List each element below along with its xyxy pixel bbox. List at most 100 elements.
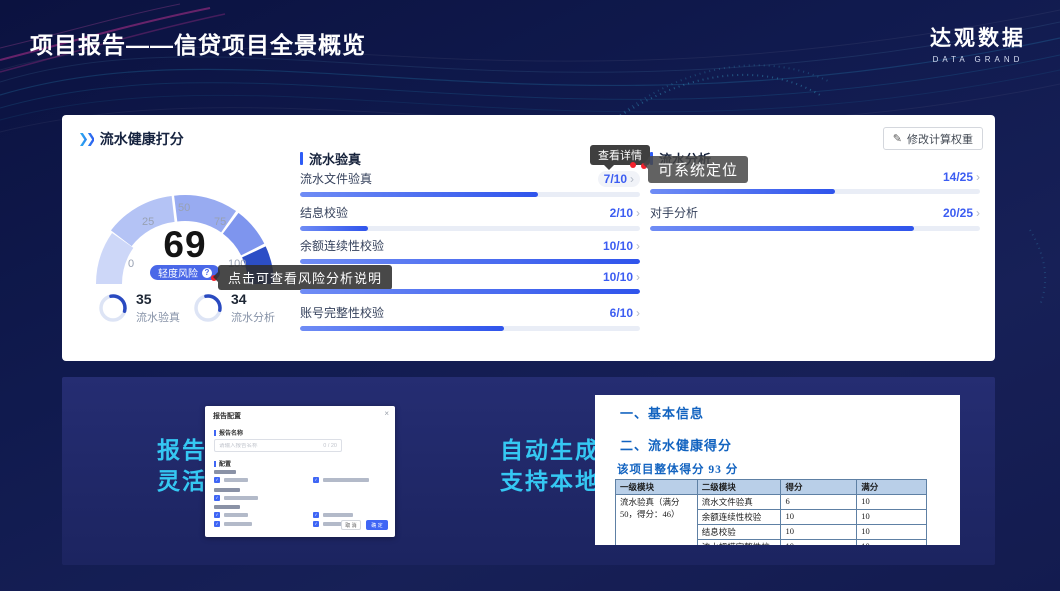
checkbox-icon[interactable]: ✓ (214, 521, 220, 527)
table-cell: 10 (857, 510, 927, 525)
label-text: 配置 (219, 459, 231, 468)
locate-tooltip: 可系统定位 (648, 156, 748, 183)
row-value[interactable]: 6/10 › (610, 306, 640, 320)
progress-fill (300, 192, 538, 197)
config-checkbox-row[interactable]: ✓ (214, 495, 258, 501)
progress-fill (300, 289, 640, 294)
config-group-header (214, 505, 240, 509)
table-header: 得分 (781, 480, 857, 495)
progress-fill (300, 259, 640, 264)
report-name-input[interactable] (219, 443, 299, 449)
checkbox-label (224, 478, 248, 482)
row-score: 6/10 (610, 306, 633, 320)
progress-track (300, 289, 640, 294)
progress-fill (650, 189, 835, 194)
table-header: 满分 (857, 480, 927, 495)
row-score: 10/10 (603, 239, 633, 253)
substat-value: 35 (136, 291, 180, 307)
risk-level-badge[interactable]: 轻度风险 ? (150, 265, 220, 280)
table-cell: 流水文件验真 (697, 495, 781, 510)
checkbox-label (323, 513, 353, 517)
checkbox-icon[interactable]: ✓ (313, 512, 319, 518)
risk-level-label: 轻度风险 (158, 265, 198, 280)
checkbox-label (323, 478, 369, 482)
verify-row[interactable]: 10/10 › (300, 270, 640, 294)
row-value[interactable]: 14/25 › (943, 170, 980, 184)
row-score: 7/10 (604, 172, 627, 186)
table-cell: 10 (857, 540, 927, 546)
checkbox-icon[interactable]: ✓ (214, 495, 220, 501)
edit-weights-button[interactable]: ✎ 修改计算权重 (883, 127, 983, 150)
checkbox-label (224, 496, 258, 500)
config-checkbox-row[interactable]: ✓ (313, 477, 369, 483)
table-cell: 余额连续性校验 (697, 510, 781, 525)
progress-fill (650, 226, 914, 231)
verify-column-header: 流水验真 (300, 149, 361, 168)
verify-row[interactable]: 流水文件验真 7/10 › (300, 170, 640, 197)
config-checkbox-row[interactable]: ✓ (214, 521, 252, 527)
gauge-tick-50: 50 (178, 202, 190, 214)
row-value[interactable]: 7/10 › (598, 171, 640, 187)
checkbox-icon[interactable]: ✓ (214, 512, 220, 518)
config-checkbox-row[interactable]: ✓ (214, 477, 248, 483)
config-checkbox-row[interactable]: ✓ (313, 512, 353, 518)
progress-track (300, 326, 640, 331)
section-header: ❯❯ 流水健康打分 (78, 129, 184, 149)
brand-logo: 达观数据 DATA GRAND (930, 22, 1026, 64)
analysis-row[interactable]: 对手分析 20/25 › (650, 204, 980, 231)
report-name-field[interactable]: 0 / 20 (214, 439, 342, 452)
progress-track (300, 192, 640, 197)
close-icon[interactable]: × (384, 409, 389, 418)
row-label: 结息校验 (300, 204, 348, 221)
label-bar (214, 461, 216, 467)
confirm-button[interactable]: 确 定 (366, 520, 388, 530)
chevron-right-icon: › (636, 239, 640, 253)
brand-logo-cn: 达观数据 (930, 22, 1026, 52)
health-score-value: 69 (80, 224, 290, 266)
progress-fill (300, 226, 368, 231)
report-name-label: 报告名称 (214, 428, 243, 437)
checkbox-icon[interactable]: ✓ (313, 521, 319, 527)
substat-value: 34 (231, 291, 275, 307)
row-value[interactable]: 2/10 › (610, 206, 640, 220)
doc-heading-2: 二、流水健康得分 (620, 435, 732, 454)
config-checkbox-row[interactable]: ✓ (214, 512, 248, 518)
brand-logo-en: DATA GRAND (930, 55, 1026, 64)
table-cell: 10 (781, 510, 857, 525)
row-value[interactable]: 10/10 › (603, 270, 640, 284)
table-cell: 6 (781, 495, 857, 510)
edit-weights-label: 修改计算权重 (907, 131, 973, 147)
progress-track (650, 226, 980, 231)
row-score: 2/10 (610, 206, 633, 220)
page-title: 项目报告——信贷项目全景概览 (30, 26, 366, 60)
chevron-right-icon: › (636, 206, 640, 220)
slide: 项目报告——信贷项目全景概览 达观数据 DATA GRAND ❯❯ 流水健康打分… (0, 0, 1060, 591)
table-group-cell: 流水验真（满分50，得分：46） (616, 495, 698, 546)
doc-score-line: 该项目整体得分 93 分 (617, 461, 738, 477)
checkbox-icon[interactable]: ✓ (214, 477, 220, 483)
row-value[interactable]: 20/25 › (943, 206, 980, 220)
checkbox-icon[interactable]: ✓ (313, 477, 319, 483)
table-cell: 10 (781, 525, 857, 540)
cancel-button[interactable]: 取 消 (341, 520, 361, 530)
verify-row[interactable]: 余额连续性校验 10/10 › (300, 237, 640, 264)
table-cell: 10 (857, 495, 927, 510)
doc-heading-1: 一、基本信息 (620, 403, 704, 422)
table-header: 二级模块 (697, 480, 781, 495)
verify-column-title: 流水验真 (309, 149, 361, 168)
chevron-right-icon: › (976, 206, 980, 220)
label-text: 报告名称 (219, 428, 243, 437)
chevron-right-icon: › (630, 172, 634, 186)
detail-tooltip: 查看详情 (590, 145, 650, 165)
config-group-header (214, 488, 240, 492)
progress-track (300, 226, 640, 231)
row-value[interactable]: 10/10 › (603, 239, 640, 253)
bottom-panel: 报告按需 灵活配置 报告配置 × 报告名称 0 / 20 配置 ✓ (62, 377, 995, 565)
config-label: 配置 (214, 459, 231, 468)
table-cell: 结息校验 (697, 525, 781, 540)
verify-row[interactable]: 账号完整性校验 6/10 › (300, 304, 640, 331)
verify-row[interactable]: 结息校验 2/10 › (300, 204, 640, 231)
substat-label: 流水分析 (231, 309, 275, 325)
config-group-header (214, 470, 236, 474)
dialog-title: 报告配置 (213, 411, 241, 421)
